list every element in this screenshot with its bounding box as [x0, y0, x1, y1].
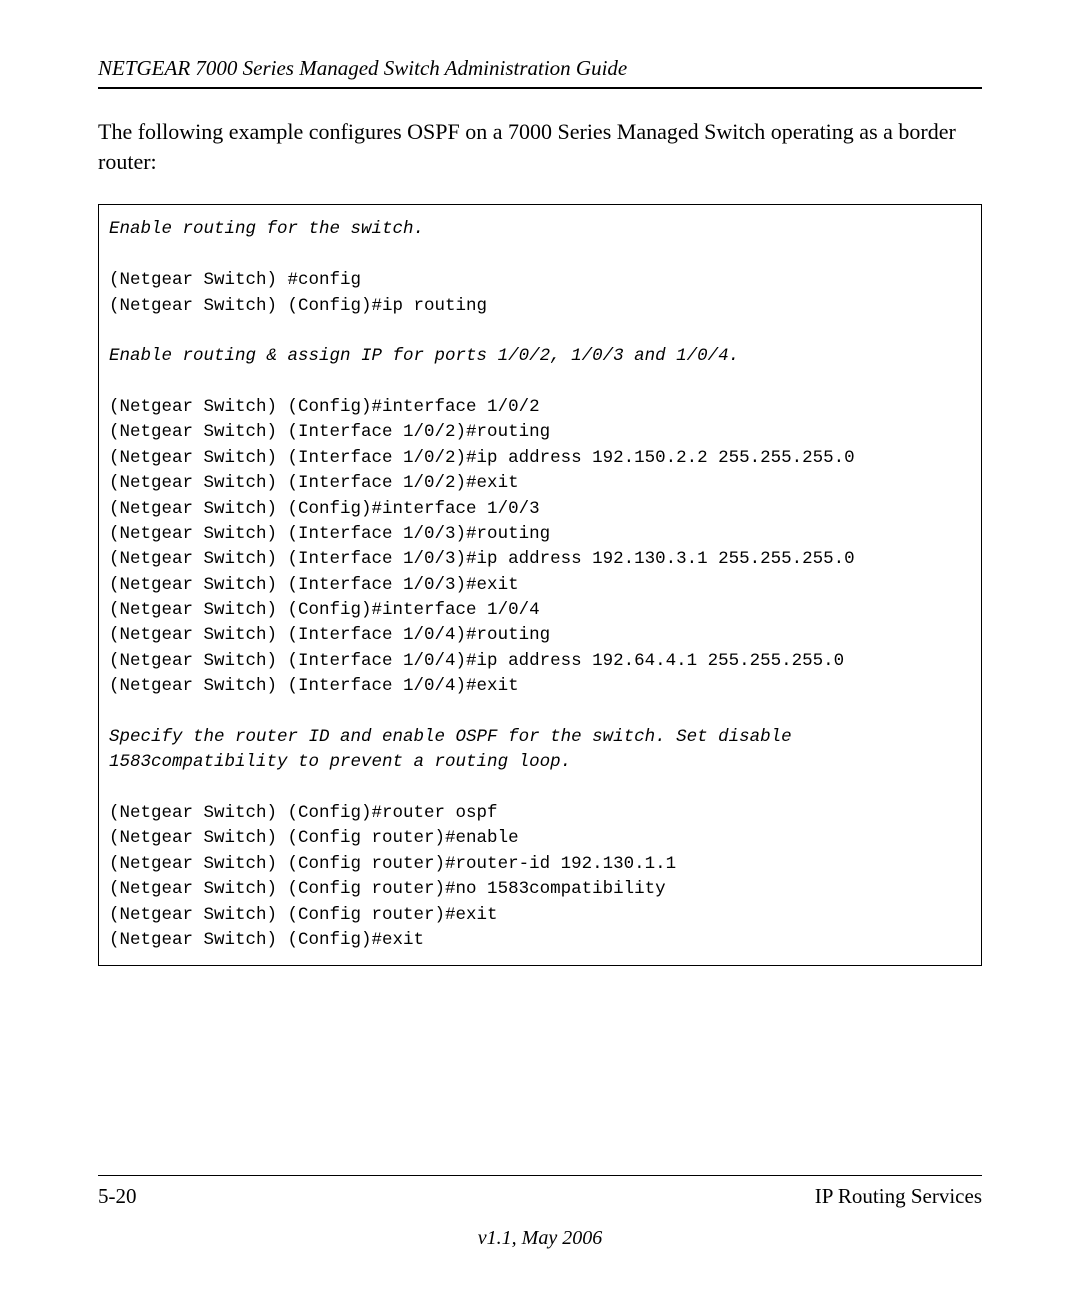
code-lines-1: (Netgear Switch) #config (Netgear Switch… — [109, 270, 487, 315]
section-title: IP Routing Services — [815, 1184, 982, 1209]
header-rule — [98, 87, 982, 89]
intro-paragraph: The following example configures OSPF on… — [98, 117, 982, 176]
code-lines-3: (Netgear Switch) (Config)#router ospf (N… — [109, 803, 676, 950]
code-block: Enable routing for the switch. (Netgear … — [98, 204, 982, 966]
code-comment-2: Enable routing & assign IP for ports 1/0… — [109, 346, 739, 366]
running-header: NETGEAR 7000 Series Managed Switch Admin… — [98, 56, 982, 81]
page-footer: 5-20 IP Routing Services v1.1, May 2006 — [98, 1175, 982, 1250]
code-comment-3: Specify the router ID and enable OSPF fo… — [109, 727, 802, 772]
code-comment-1: Enable routing for the switch. — [109, 219, 424, 239]
doc-version: v1.1, May 2006 — [98, 1227, 982, 1250]
page-number: 5-20 — [98, 1184, 137, 1209]
footer-rule — [98, 1175, 982, 1176]
page: NETGEAR 7000 Series Managed Switch Admin… — [0, 0, 1080, 1296]
code-lines-2: (Netgear Switch) (Config)#interface 1/0/… — [109, 397, 855, 696]
footer-row: 5-20 IP Routing Services — [98, 1184, 982, 1209]
